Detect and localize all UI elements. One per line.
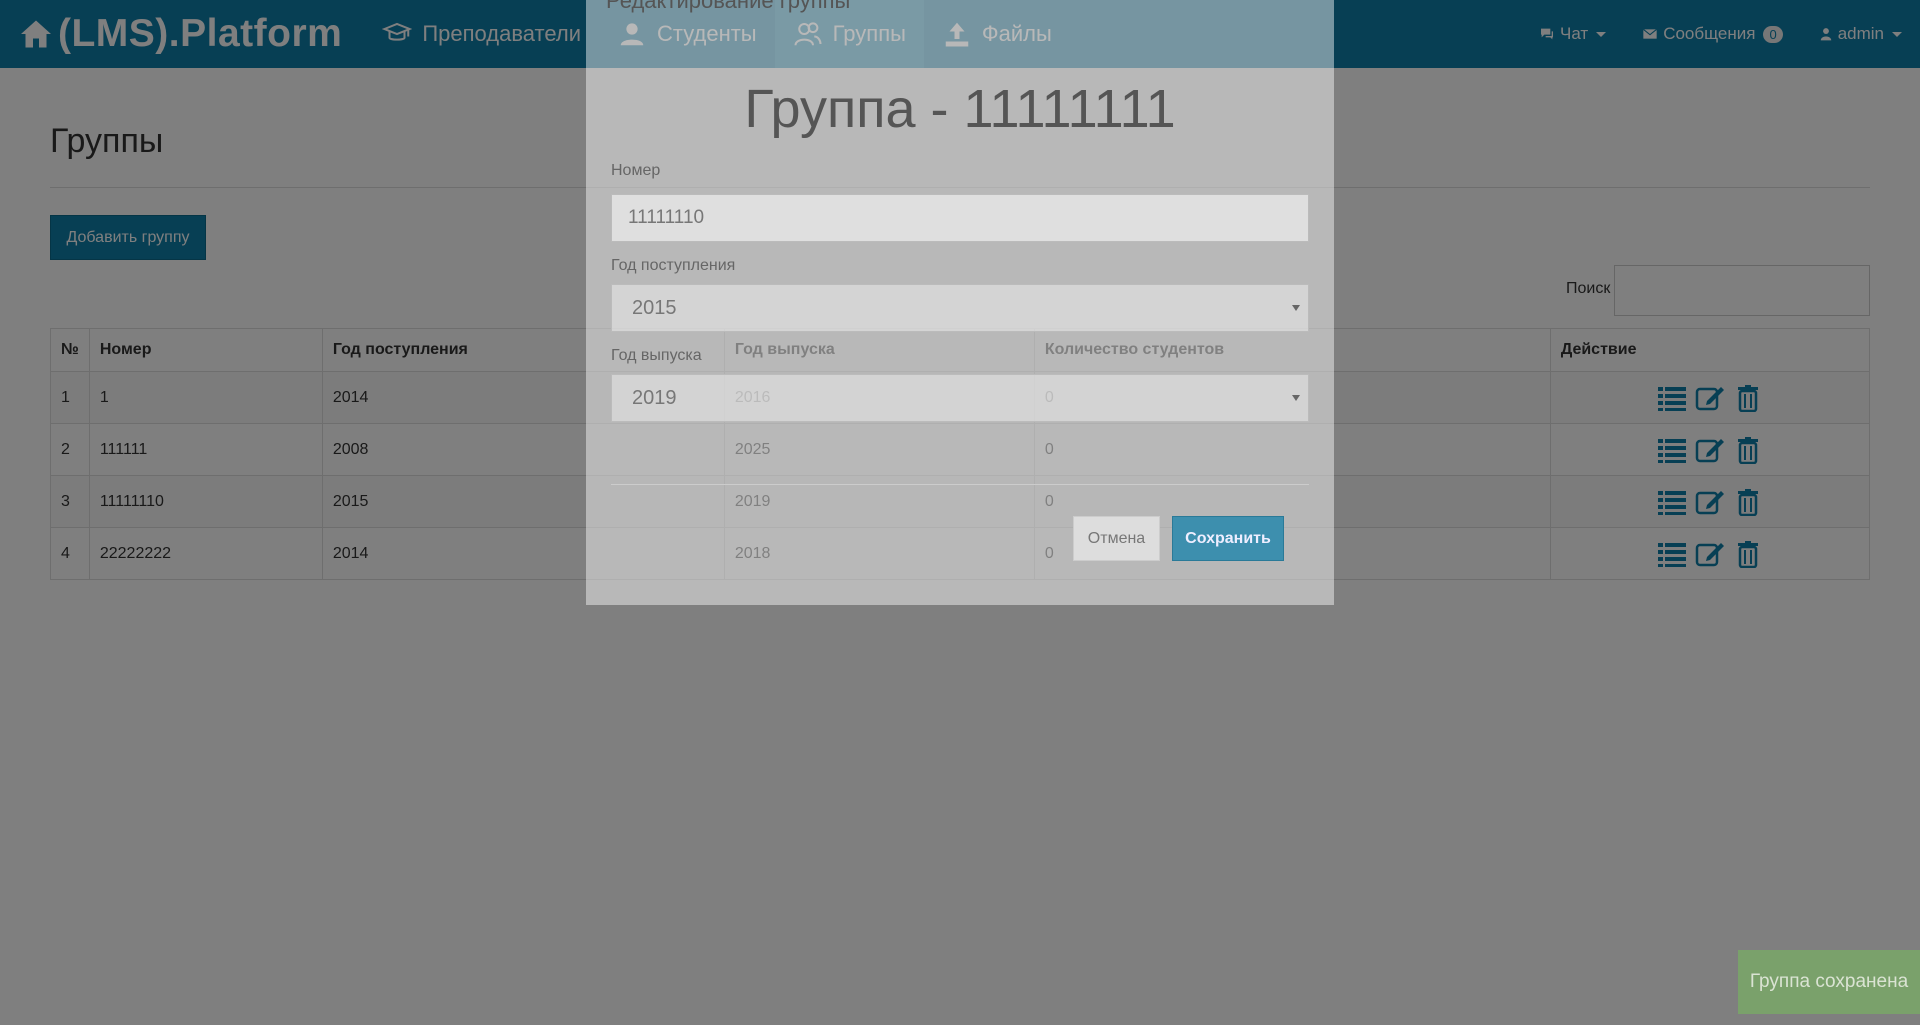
modal-title: Группа - 11111111 bbox=[744, 79, 1176, 139]
entry-year-value: 2015 bbox=[632, 296, 677, 319]
modal-header: Редактирование группы bbox=[606, 0, 851, 13]
modal-footer-divider bbox=[611, 484, 1309, 485]
chevron-down-icon bbox=[1292, 395, 1300, 401]
grad-year-value: 2019 bbox=[632, 386, 677, 409]
entry-year-label: Год поступления bbox=[611, 257, 736, 274]
save-button[interactable]: Сохранить bbox=[1172, 516, 1284, 561]
grad-year-label: Год выпуска bbox=[611, 347, 702, 364]
cancel-button[interactable]: Отмена bbox=[1073, 516, 1160, 561]
grad-year-select[interactable]: 2019 bbox=[611, 374, 1309, 422]
entry-year-select[interactable]: 2015 bbox=[611, 284, 1309, 332]
number-field[interactable]: 11111110 bbox=[611, 194, 1309, 242]
success-toast: Группа сохранена bbox=[1738, 950, 1920, 1014]
edit-group-modal: Редактирование группы Группа - 11111111 … bbox=[586, 0, 1334, 605]
number-label: Номер bbox=[611, 162, 661, 179]
chevron-down-icon bbox=[1292, 305, 1300, 311]
